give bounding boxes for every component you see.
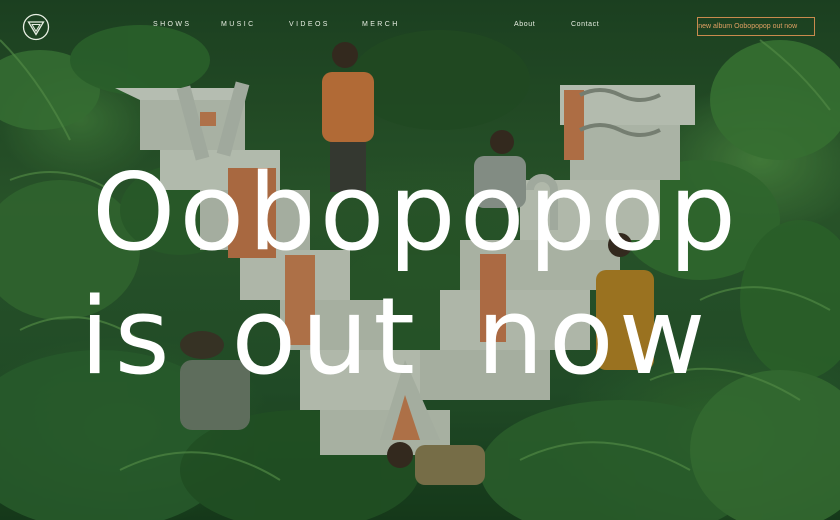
triangle-circle-logo-icon[interactable] — [22, 13, 50, 41]
image-tint-overlay — [0, 0, 840, 520]
top-navigation: SHOWS MUSIC VIDEOS MERCH About Contact r… — [0, 0, 840, 54]
nav-link-videos[interactable]: VIDEOS — [289, 21, 330, 28]
nav-link-contact[interactable]: Contact — [571, 21, 599, 28]
new-album-button[interactable]: r new album Oobopopop out now — [697, 17, 815, 36]
hero-section: SHOWS MUSIC VIDEOS MERCH About Contact r… — [0, 0, 840, 520]
nav-link-merch[interactable]: MERCH — [362, 21, 400, 28]
nav-link-about[interactable]: About — [514, 21, 535, 28]
nav-link-music[interactable]: MUSIC — [221, 21, 256, 28]
nav-link-shows[interactable]: SHOWS — [153, 21, 191, 28]
